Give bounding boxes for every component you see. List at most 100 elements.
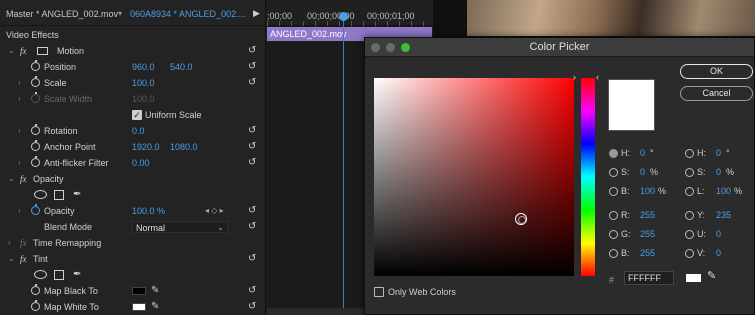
anchor-x-value[interactable]: 1920.0 (132, 139, 160, 155)
eyedropper-icon[interactable]: ✎ (707, 269, 716, 282)
scale-value[interactable]: 100.0 (132, 75, 155, 91)
blend-mode-select[interactable]: Normal ⌄ (132, 221, 228, 233)
dialog-title-bar[interactable]: Color Picker (365, 38, 754, 57)
rectangle-mask-icon[interactable] (54, 190, 64, 200)
stopwatch-icon[interactable] (31, 76, 40, 87)
chevron-right-icon[interactable]: › (18, 155, 21, 171)
only-web-colors-checkbox[interactable] (374, 287, 384, 297)
rgb-g-radio[interactable] (609, 230, 618, 239)
hsb-h-value[interactable]: 0 (640, 148, 645, 158)
keyframe-nav-icon[interactable]: ◂ ◇ ▸ (205, 203, 224, 219)
yuv-y-radio[interactable] (685, 211, 694, 220)
position-y-value[interactable]: 540.0 (170, 59, 193, 75)
anchor-y-value[interactable]: 1080.0 (170, 139, 198, 155)
uniform-scale-checkbox[interactable]: ✓ (132, 110, 142, 120)
minimize-window-button[interactable] (386, 43, 395, 52)
cancel-button[interactable]: Cancel (680, 86, 753, 101)
time-remapping-row[interactable]: › fx Time Remapping (0, 235, 265, 251)
ok-button[interactable]: OK (680, 64, 753, 79)
chevron-down-icon[interactable]: ⌄ (8, 43, 15, 59)
pen-mask-icon[interactable]: ✒ (73, 267, 81, 283)
hue-slider[interactable] (581, 78, 595, 276)
hsl-l-value[interactable]: 100 (716, 186, 731, 196)
yuv-u-radio[interactable] (685, 230, 694, 239)
rotation-value[interactable]: 0.0 (132, 123, 145, 139)
chevron-right-icon[interactable]: › (8, 235, 11, 251)
anti-flicker-value[interactable]: 0.00 (132, 155, 150, 171)
reset-icon[interactable]: ↺ (248, 139, 256, 155)
tint-section-row[interactable]: ⌄ fx Tint ↺ (0, 251, 265, 267)
reset-icon[interactable]: ↺ (248, 283, 256, 299)
eyedropper-icon[interactable]: ✎ (151, 299, 159, 315)
hsb-s-radio[interactable] (609, 168, 618, 177)
playhead-handle[interactable] (339, 12, 348, 21)
rgb-r-value[interactable]: 255 (640, 210, 655, 220)
fx-badge-icon[interactable]: fx (20, 171, 27, 187)
rectangle-mask-icon[interactable] (54, 270, 64, 280)
stopwatch-icon[interactable] (31, 60, 40, 71)
master-clip-label[interactable]: Master * ANGLED_002.mov (6, 9, 118, 19)
color-cursor[interactable] (515, 213, 527, 225)
pen-mask-icon[interactable]: ✒ (73, 187, 81, 203)
rgb-g-value[interactable]: 255 (640, 229, 655, 239)
hsl-l-radio[interactable] (685, 187, 694, 196)
ellipse-mask-icon[interactable] (34, 190, 47, 199)
opacity-section-row[interactable]: ⌄ fx Opacity (0, 171, 265, 187)
hsl-s-value[interactable]: 0 (716, 167, 721, 177)
hsb-s-value[interactable]: 0 (640, 167, 645, 177)
chevron-down-icon[interactable]: ⌄ (8, 171, 15, 187)
reset-icon[interactable]: ↺ (248, 299, 256, 315)
stopwatch-icon[interactable] (31, 204, 40, 215)
motion-transform-icon[interactable] (37, 47, 48, 55)
saturation-brightness-field[interactable] (374, 78, 574, 276)
reset-icon[interactable]: ↺ (248, 155, 256, 171)
eyedropper-icon[interactable]: ✎ (151, 283, 159, 299)
map-white-swatch[interactable] (132, 303, 146, 311)
close-window-button[interactable] (371, 43, 380, 52)
yuv-y-value[interactable]: 235 (716, 210, 731, 220)
rgb-b-radio[interactable] (609, 249, 618, 258)
reset-icon[interactable]: ↺ (248, 59, 256, 75)
stopwatch-icon[interactable] (31, 284, 40, 295)
chevron-right-icon[interactable]: › (18, 203, 21, 219)
stopwatch-icon[interactable] (31, 300, 40, 311)
reset-icon[interactable]: ↺ (248, 219, 256, 235)
hsb-h-radio[interactable] (609, 149, 618, 158)
chevron-right-icon[interactable]: › (18, 75, 21, 91)
reset-icon[interactable]: ↺ (248, 203, 256, 219)
yuv-u-value[interactable]: 0 (716, 229, 721, 239)
zoom-window-button[interactable] (401, 43, 410, 52)
rgb-r-radio[interactable] (609, 211, 618, 220)
play-icon[interactable]: ▶ (253, 8, 260, 19)
playhead-line[interactable] (343, 20, 344, 315)
effect-controls-header: Master * ANGLED_002.mov ▾ 060A8934 * ANG… (0, 0, 265, 26)
reset-icon[interactable]: ↺ (248, 75, 256, 91)
yuv-v-radio[interactable] (685, 249, 694, 258)
hex-input[interactable]: FFFFFF (624, 271, 674, 285)
yuv-v-value[interactable]: 0 (716, 248, 721, 258)
map-black-swatch[interactable] (132, 287, 146, 295)
hsl-h-value[interactable]: 0 (716, 148, 721, 158)
hsl-s-radio[interactable] (685, 168, 694, 177)
hsb-b-value[interactable]: 100 (640, 186, 655, 196)
reset-icon[interactable]: ↺ (248, 123, 256, 139)
stopwatch-icon[interactable] (31, 140, 40, 151)
rgb-b-value[interactable]: 255 (640, 248, 655, 258)
chevron-down-icon[interactable]: ⌄ (8, 251, 15, 267)
fx-badge-icon[interactable]: fx (20, 43, 27, 59)
fx-badge-icon[interactable]: fx (20, 251, 27, 267)
time-ruler[interactable]: ;00;00 00;00;00;00 00;00;01;00 (267, 0, 432, 26)
chevron-down-icon[interactable]: ▾ (118, 9, 122, 18)
reset-icon[interactable]: ↺ (248, 251, 256, 267)
stopwatch-icon[interactable] (31, 156, 40, 167)
reset-icon[interactable]: ↺ (248, 43, 256, 59)
position-x-value[interactable]: 960.0 (132, 59, 155, 75)
motion-row[interactable]: ⌄ fx Motion ↺ (0, 43, 265, 59)
hsl-h-radio[interactable] (685, 149, 694, 158)
hsb-b-radio[interactable] (609, 187, 618, 196)
chevron-right-icon[interactable]: › (18, 123, 21, 139)
stopwatch-icon[interactable] (31, 124, 40, 135)
opacity-value[interactable]: 100.0 % (132, 203, 165, 219)
ellipse-mask-icon[interactable] (34, 270, 47, 279)
sequence-clip-label[interactable]: 060A8934 * ANGLED_002.... (130, 9, 246, 19)
